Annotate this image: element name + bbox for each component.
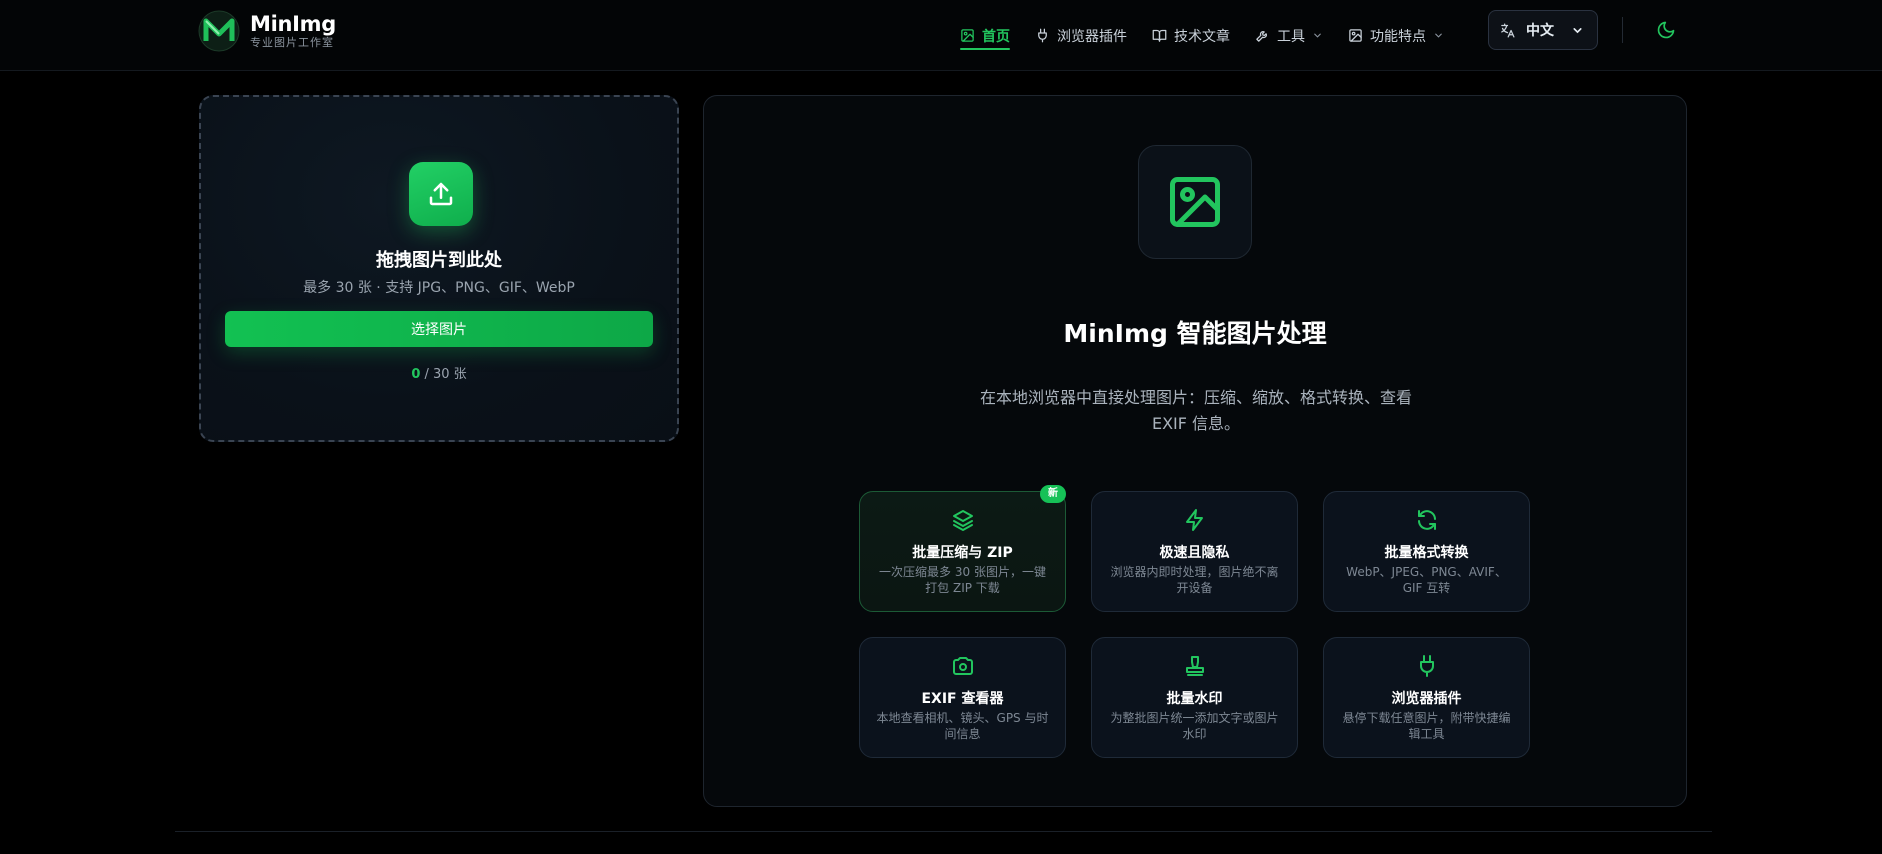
- main-nav: 首页 浏览器插件 技术文章 工具 功能特点: [960, 0, 1469, 71]
- feature-desc: 本地查看相机、镜头、GPS 与时间信息: [876, 711, 1049, 741]
- nav-label: 首页: [982, 28, 1010, 45]
- counter-suffix: / 30 张: [420, 367, 467, 382]
- stamp-icon: [1186, 656, 1204, 676]
- logo-text: MinImg 专业图片工作室: [250, 12, 336, 50]
- feature-desc: 为整批图片统一添加文字或图片水印: [1110, 711, 1279, 741]
- upload-subtitle: 最多 30 张 · 支持 JPG、PNG、GIF、WebP: [303, 280, 575, 296]
- counter-current: 0: [411, 367, 421, 382]
- nav-item-extension[interactable]: 浏览器插件: [1035, 0, 1127, 71]
- language-label: 中文: [1526, 23, 1554, 39]
- moon-icon[interactable]: [1656, 20, 1676, 40]
- feature-desc: 浏览器内即时处理，图片绝不离开设备: [1110, 565, 1279, 595]
- layers-icon: [953, 510, 973, 531]
- image-icon: [1170, 177, 1220, 227]
- language-select[interactable]: 中文: [1488, 10, 1598, 50]
- plug-icon: [1038, 28, 1047, 43]
- brand-logo[interactable]: MinImg 专业图片工作室: [198, 10, 336, 52]
- brand-name: MinImg: [250, 12, 336, 36]
- chevron-down-icon: [1573, 28, 1582, 34]
- nav-label: 工具: [1277, 28, 1305, 45]
- feature-card-format-convert[interactable]: 批量格式转换 WebP、JPEG、PNG、AVIF、GIF 互转: [1323, 491, 1530, 612]
- lightning-icon: [1186, 509, 1203, 531]
- camera-icon: [953, 657, 973, 675]
- plug-icon: [1420, 655, 1434, 677]
- upload-title: 拖拽图片到此处: [376, 250, 502, 271]
- nav-item-features[interactable]: 功能特点: [1348, 0, 1444, 71]
- brand-tagline: 专业图片工作室: [250, 36, 334, 49]
- feature-card-watermark[interactable]: 批量水印 为整批图片统一添加文字或图片水印: [1091, 637, 1298, 758]
- nav-item-home[interactable]: 首页: [960, 0, 1010, 71]
- footer-divider: [175, 831, 1712, 832]
- image-icon: [961, 29, 974, 42]
- nav-label: 技术文章: [1174, 28, 1230, 45]
- select-images-button[interactable]: 选择图片: [225, 311, 653, 347]
- image-icon: [1349, 29, 1362, 42]
- feature-title: 批量格式转换: [1384, 545, 1469, 561]
- image-counter: 0 / 30 张: [201, 363, 677, 382]
- feature-title: EXIF 查看器: [921, 691, 1004, 707]
- nav-item-articles[interactable]: 技术文章: [1152, 0, 1230, 71]
- chevron-down-icon: [1435, 33, 1442, 38]
- book-icon: [1152, 29, 1167, 42]
- main-panel: MinImg 智能图片处理 在本地浏览器中直接处理图片：压缩、缩放、格式转换、查…: [703, 95, 1687, 807]
- hero-icon-tile: [1138, 145, 1252, 259]
- header-divider: [1622, 17, 1623, 43]
- upload-icon: [429, 182, 453, 206]
- feature-desc: 一次压缩最多 30 张图片，一键打包 ZIP 下载: [879, 565, 1046, 595]
- new-badge: 新: [1040, 485, 1066, 503]
- feature-grid: 批量压缩与 ZIP 一次压缩最多 30 张图片，一键打包 ZIP 下载 新 极速…: [859, 485, 1531, 758]
- top-header: MinImg 专业图片工作室 首页 浏览器插件 技术文章 工具 功能特点 中文: [0, 0, 1882, 71]
- nav-label: 功能特点: [1370, 28, 1426, 45]
- feature-card-extension[interactable]: 浏览器插件 悬停下载任意图片，附带快捷编辑工具: [1323, 637, 1530, 758]
- feature-title: 批量水印: [1166, 691, 1223, 707]
- translate-icon: [1501, 22, 1515, 38]
- feature-title: 浏览器插件: [1391, 691, 1462, 707]
- feature-card-exif[interactable]: EXIF 查看器 本地查看相机、镜头、GPS 与时间信息: [859, 637, 1066, 758]
- wrench-icon: [1256, 31, 1267, 42]
- feature-title: 批量压缩与 ZIP: [912, 545, 1013, 561]
- feature-desc: WebP、JPEG、PNG、AVIF、GIF 互转: [1346, 565, 1507, 595]
- hero-description: 在本地浏览器中直接处理图片：压缩、缩放、格式转换、查看 EXIF 信息。: [979, 388, 1412, 433]
- feature-card-batch-compress[interactable]: 批量压缩与 ZIP 一次压缩最多 30 张图片，一键打包 ZIP 下载 新: [859, 485, 1066, 612]
- feature-card-fast-private[interactable]: 极速且隐私 浏览器内即时处理，图片绝不离开设备: [1091, 491, 1298, 612]
- upload-dropzone[interactable]: 拖拽图片到此处 最多 30 张 · 支持 JPG、PNG、GIF、WebP 选择…: [199, 95, 679, 442]
- upload-icon-tile: [409, 162, 473, 226]
- hero-title: MinImg 智能图片处理: [1063, 319, 1327, 348]
- nav-item-tools[interactable]: 工具: [1255, 0, 1323, 71]
- feature-title: 极速且隐私: [1159, 545, 1230, 561]
- refresh-icon: [1418, 510, 1436, 530]
- logo-m-icon: [198, 10, 240, 52]
- feature-desc: 悬停下载任意图片，附带快捷编辑工具: [1342, 711, 1511, 741]
- nav-label: 浏览器插件: [1057, 28, 1127, 45]
- chevron-down-icon: [1314, 33, 1321, 38]
